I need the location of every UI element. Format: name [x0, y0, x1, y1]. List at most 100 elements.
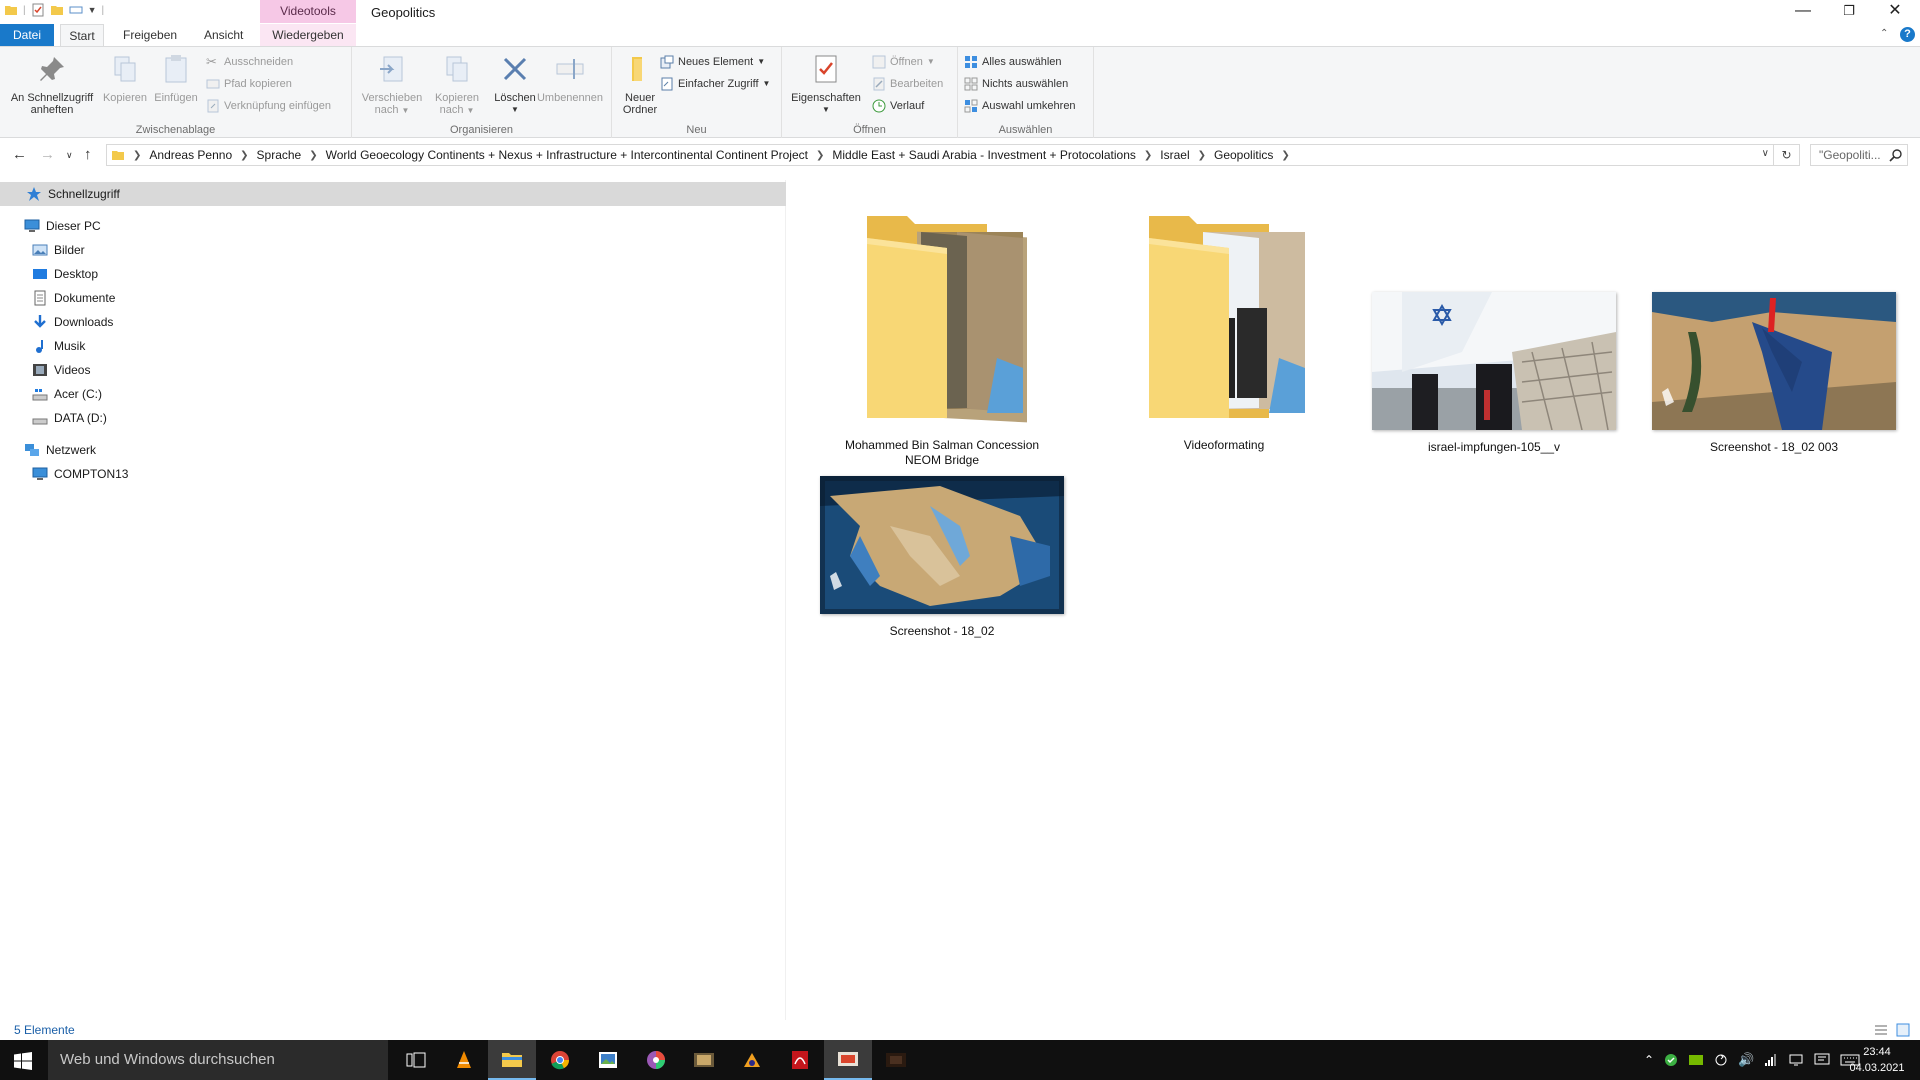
- breadcrumb-item[interactable]: Sprache: [257, 148, 302, 162]
- nav-network[interactable]: Netzwerk: [24, 439, 96, 461]
- forward-arrow-icon[interactable]: →: [40, 146, 55, 163]
- breadcrumb-separator-icon[interactable]: ❯: [1144, 150, 1152, 161]
- help-icon[interactable]: ?: [1900, 27, 1915, 42]
- nav-item-drive-d[interactable]: DATA (D:): [32, 407, 107, 429]
- vlc-icon[interactable]: [440, 1040, 488, 1080]
- breadcrumb-separator-icon[interactable]: ❯: [240, 150, 248, 161]
- breadcrumb-item[interactable]: World Geoecology Continents + Nexus + In…: [326, 148, 808, 162]
- breadcrumb-item[interactable]: Middle East + Saudi Arabia - Investment …: [832, 148, 1136, 162]
- customize-qat-icon[interactable]: ▼: [88, 5, 97, 15]
- image-item[interactable]: Screenshot - 18_02: [818, 476, 1066, 652]
- nav-item-videos[interactable]: Videos: [32, 359, 90, 381]
- nav-item-desktop[interactable]: Desktop: [32, 263, 98, 285]
- nav-label: Bilder: [54, 243, 85, 257]
- volume-icon[interactable]: 🔊: [1738, 1052, 1754, 1068]
- breadcrumb-separator-icon[interactable]: ❯: [1198, 150, 1206, 161]
- image-item[interactable]: Screenshot - 18_02 003: [1650, 292, 1898, 468]
- breadcrumb[interactable]: ❯ Andreas Penno ❯ Sprache ❯ World Geoeco…: [106, 144, 1774, 166]
- nav-item-downloads[interactable]: Downloads: [32, 311, 113, 333]
- edit-button[interactable]: Bearbeiten: [872, 74, 943, 94]
- taskbar-search-placeholder: Web und Windows durchsuchen: [60, 1051, 275, 1068]
- close-button[interactable]: ✕: [1872, 0, 1918, 24]
- easy-access-button[interactable]: Einfacher Zugriff ▼: [660, 74, 770, 94]
- windows-start-icon[interactable]: [14, 1052, 32, 1070]
- task-view-icon[interactable]: [392, 1040, 440, 1080]
- invert-selection-button[interactable]: Auswahl umkehren: [964, 96, 1076, 116]
- breadcrumb-separator-icon[interactable]: ❯: [133, 150, 141, 161]
- nav-item-bilder[interactable]: Bilder: [32, 239, 85, 261]
- folder-icon: [112, 151, 124, 160]
- tab-freigeben[interactable]: Freigeben: [113, 24, 187, 46]
- paste-shortcut-button[interactable]: Verknüpfung einfügen: [206, 96, 331, 116]
- photo-viewer-icon[interactable]: [584, 1040, 632, 1080]
- folder-item[interactable]: Mohammed Bin Salman Concession NEOM Brid…: [818, 208, 1066, 468]
- image-item[interactable]: israel-impfungen-105__v: [1370, 292, 1618, 468]
- breadcrumb-item[interactable]: Israel: [1160, 148, 1189, 162]
- breadcrumb-separator-icon[interactable]: ❯: [309, 150, 317, 161]
- folder-item[interactable]: Videoformating: [1100, 208, 1348, 468]
- open-button[interactable]: Öffnen ▼: [872, 52, 935, 72]
- action-center-icon[interactable]: [1814, 1053, 1830, 1067]
- nav-item-compton13[interactable]: COMPTON13: [32, 463, 128, 485]
- display-projection-icon[interactable]: [1788, 1053, 1804, 1067]
- pin-quick-access-button[interactable]: An Schnellzugriff anheften: [4, 53, 100, 116]
- properties-icon[interactable]: [31, 3, 45, 17]
- copy-to-button[interactable]: Kopieren nach ▼: [424, 53, 490, 117]
- file-explorer-icon[interactable]: [488, 1040, 536, 1080]
- copy-path-button[interactable]: Pfad kopieren: [206, 74, 292, 94]
- graphics-driver-icon[interactable]: [1688, 1054, 1704, 1066]
- chrome-icon[interactable]: [536, 1040, 584, 1080]
- media-player-icon[interactable]: [872, 1040, 920, 1080]
- restore-button[interactable]: ❐: [1826, 0, 1872, 24]
- nav-item-dokumente[interactable]: Dokumente: [32, 287, 115, 309]
- show-hidden-icons-chevron-icon[interactable]: ⌃: [1644, 1053, 1654, 1067]
- tab-ansicht[interactable]: Ansicht: [194, 24, 253, 46]
- properties-button[interactable]: Eigenschaften ▼: [788, 53, 864, 116]
- up-arrow-icon[interactable]: ↑: [84, 146, 92, 163]
- video-editor-icon[interactable]: [824, 1040, 872, 1080]
- new-folder-icon[interactable]: [50, 3, 64, 17]
- details-view-icon[interactable]: [1874, 1024, 1888, 1036]
- address-dropdown-icon[interactable]: ∨: [1762, 148, 1769, 159]
- tab-wiedergeben[interactable]: Wiedergeben: [260, 24, 356, 46]
- color-wheel-app-icon[interactable]: [632, 1040, 680, 1080]
- large-icons-view-icon[interactable]: [1896, 1023, 1910, 1037]
- nav-item-musik[interactable]: Musik: [32, 335, 85, 357]
- recent-locations-chevron-icon[interactable]: ∨: [66, 150, 73, 161]
- back-arrow-icon[interactable]: ←: [12, 146, 27, 163]
- taskbar-search-input[interactable]: Web und Windows durchsuchen: [48, 1040, 388, 1080]
- select-all-button[interactable]: Alles auswählen: [964, 52, 1062, 72]
- nav-label: Dieser PC: [46, 219, 101, 233]
- tab-datei[interactable]: Datei: [0, 24, 54, 46]
- cut-button[interactable]: ✂ Ausschneiden: [206, 52, 293, 72]
- adobe-reader-icon[interactable]: [776, 1040, 824, 1080]
- sync-icon[interactable]: [1714, 1053, 1728, 1067]
- history-button[interactable]: Verlauf: [872, 96, 924, 116]
- collapse-ribbon-icon[interactable]: ⌃: [1880, 28, 1888, 39]
- media-app-icon[interactable]: [728, 1040, 776, 1080]
- taskbar-clock[interactable]: 23:44 04.03.2021: [1840, 1044, 1914, 1076]
- paste-button[interactable]: Einfügen: [150, 53, 202, 104]
- breadcrumb-separator-icon[interactable]: ❯: [816, 150, 824, 161]
- wifi-signal-icon[interactable]: [1764, 1053, 1778, 1067]
- refresh-icon[interactable]: ↻: [1774, 144, 1800, 166]
- select-none-button[interactable]: Nichts auswählen: [964, 74, 1068, 94]
- rename-button[interactable]: Umbenennen: [530, 53, 610, 104]
- tab-start[interactable]: Start: [60, 24, 104, 46]
- nav-item-drive-c[interactable]: Acer (C:): [32, 383, 102, 405]
- minimize-button[interactable]: —: [1780, 0, 1826, 24]
- breadcrumb-item[interactable]: Geopolitics: [1214, 148, 1273, 162]
- copy-button[interactable]: Kopieren: [100, 53, 150, 104]
- move-to-button[interactable]: Verschieben nach ▼: [356, 53, 428, 117]
- photo-app-icon[interactable]: [680, 1040, 728, 1080]
- pin-label-line2: anheften: [30, 104, 74, 116]
- search-input[interactable]: "Geopoliti...: [1810, 144, 1908, 166]
- breadcrumb-item[interactable]: Andreas Penno: [149, 148, 232, 162]
- new-item-button[interactable]: Neues Element ▼: [660, 52, 765, 72]
- nav-this-pc[interactable]: Dieser PC: [24, 215, 101, 237]
- security-shield-icon[interactable]: [1664, 1053, 1678, 1067]
- breadcrumb-separator-icon[interactable]: ❯: [1281, 150, 1289, 161]
- new-folder-button[interactable]: Neuer Ordner: [616, 53, 664, 116]
- nav-quick-access[interactable]: Schnellzugriff: [26, 183, 120, 205]
- rename-icon[interactable]: [69, 3, 83, 17]
